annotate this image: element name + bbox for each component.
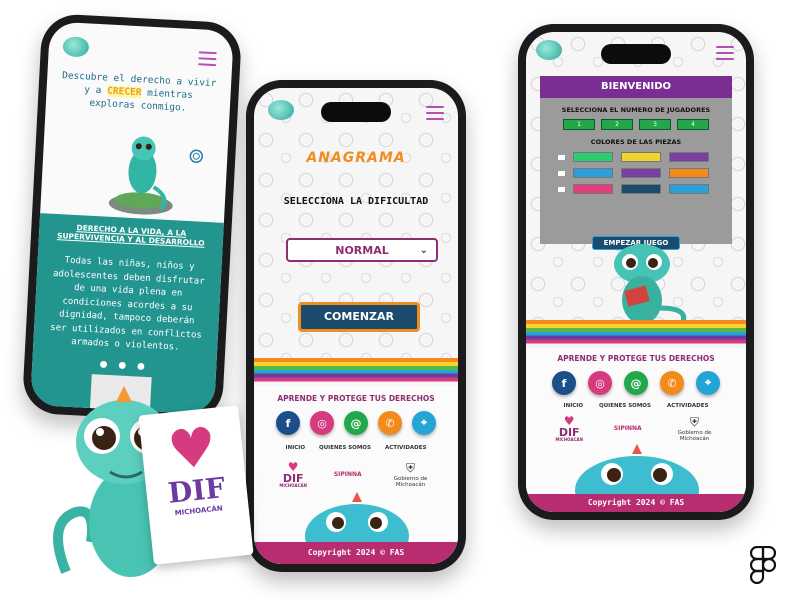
phone-icon[interactable]: ✆	[660, 371, 684, 395]
color-swatch[interactable]	[669, 184, 709, 194]
phone-right: BIENVENIDO SELECCIONA EL NUMERO DE JUGAD…	[518, 24, 754, 520]
instagram-icon[interactable]: ◎	[588, 371, 612, 395]
color-row-checkbox[interactable]	[558, 170, 565, 176]
color-swatch[interactable]	[621, 184, 661, 194]
lizard-peek-illustration	[305, 492, 409, 542]
nav-inicio[interactable]: INICIO	[564, 403, 583, 409]
footer-nav: INICIO QUIENES SOMOS ACTIVIDADES	[254, 445, 458, 451]
difficulty-select[interactable]: NORMAL ⌄	[286, 238, 438, 262]
welcome-header: BIENVENIDO	[540, 76, 732, 98]
logos-row: ♥ DIF MICHOACÁN SIPINNA ⛨ Gobierno de Mi…	[254, 461, 458, 488]
sipinna-logo[interactable]: SIPINNA	[334, 471, 362, 478]
logos-row: ♥ DIF MICHOACÁN SIPINNA ⛨ Gobierno de Mi…	[526, 415, 746, 442]
menu-icon[interactable]	[426, 106, 444, 120]
menu-icon[interactable]	[716, 46, 734, 60]
phone-right-screen: BIENVENIDO SELECCIONA EL NUMERO DE JUGAD…	[526, 32, 746, 512]
protect-section: APRENDE Y PROTEGE TUS DERECHOS f ◎ @ ✆ ⌖…	[254, 386, 458, 564]
copyright-bar: Copyright 2024 © FAS	[526, 494, 746, 512]
chevron-down-icon: ⌄	[419, 244, 428, 256]
color-row-1	[540, 152, 732, 162]
protect-section: APRENDE Y PROTEGE TUS DERECHOS f ◎ @ ✆ ⌖…	[526, 348, 746, 512]
game-setup-panel: BIENVENIDO SELECCIONA EL NUMERO DE JUGAD…	[540, 76, 732, 250]
sipinna-logo[interactable]: SIPINNA	[614, 425, 642, 432]
color-row-3	[540, 184, 732, 194]
protect-title: APRENDE Y PROTEGE TUS DERECHOS	[277, 394, 435, 403]
player-button-3[interactable]: 3	[639, 119, 671, 130]
copyright-bar: Copyright 2024 © FAS	[254, 542, 458, 564]
social-row: f ◎ @ ✆ ⌖	[254, 411, 458, 435]
player-button-1[interactable]: 1	[563, 119, 595, 130]
whatsapp-icon[interactable]: @	[344, 411, 368, 435]
location-icon[interactable]: ⌖	[412, 411, 436, 435]
rainbow-divider	[526, 320, 746, 348]
phone-left: Descubre el derecho a vivir y a CRECER m…	[21, 13, 243, 423]
phone-left-screen: Descubre el derecho a vivir y a CRECER m…	[30, 21, 234, 415]
figma-icon	[750, 546, 776, 584]
start-button[interactable]: COMENZAR	[298, 302, 420, 332]
header-logo-lizard[interactable]	[536, 40, 562, 60]
dif-logo[interactable]: ♥ DIF MICHOACÁN	[555, 415, 583, 442]
lizard-reading-illustration	[614, 244, 687, 326]
location-icon[interactable]: ⌖	[696, 371, 720, 395]
menu-icon[interactable]	[198, 51, 217, 67]
intro-text: Descubre el derecho a vivir y a CRECER m…	[60, 70, 218, 117]
social-row: f ◎ @ ✆ ⌖	[526, 371, 746, 395]
color-grid	[540, 152, 732, 194]
color-swatch[interactable]	[573, 168, 613, 178]
difficulty-value: NORMAL	[335, 243, 389, 257]
seal-icon: ⛨	[406, 461, 416, 475]
gobierno-logo[interactable]: ⛨ Gobierno de Michoacán	[389, 461, 433, 488]
color-row-checkbox[interactable]	[558, 186, 565, 192]
phone-middle-screen: ANAGRAMA SELECCIONA LA DIFICULTAD NORMAL…	[254, 88, 458, 564]
instagram-icon[interactable]: ◎	[310, 411, 334, 435]
lizard-illustration	[108, 136, 173, 215]
phone-notch	[321, 102, 391, 122]
nav-quienes-somos[interactable]: QUIENES SOMOS	[599, 403, 651, 409]
color-swatch[interactable]	[621, 152, 661, 162]
gobierno-logo[interactable]: ⛨ Gobierno de Michoacán	[673, 415, 717, 442]
difficulty-label: SELECCIONA LA DIFICULTAD	[283, 196, 429, 207]
intro-highlight: CRECER	[106, 85, 142, 99]
player-button-2[interactable]: 2	[601, 119, 633, 130]
color-swatch[interactable]	[573, 152, 613, 162]
dif-logo[interactable]: ♥ DIF MICHOACÁN	[279, 461, 307, 488]
game-title: ANAGRAMA	[306, 150, 406, 166]
nav-quienes-somos[interactable]: QUIENES SOMOS	[319, 445, 371, 451]
color-row-checkbox[interactable]	[558, 154, 565, 160]
nav-actividades[interactable]: ACTIVIDADES	[667, 403, 709, 409]
player-button-4[interactable]: 4	[677, 119, 709, 130]
color-swatch[interactable]	[669, 152, 709, 162]
nav-actividades[interactable]: ACTIVIDADES	[385, 445, 427, 451]
whatsapp-icon[interactable]: @	[624, 371, 648, 395]
header-logo-lizard[interactable]	[62, 36, 90, 58]
header-logo-lizard[interactable]	[268, 100, 294, 120]
lizard-peek-illustration	[575, 444, 699, 494]
protect-title: APRENDE Y PROTEGE TUS DERECHOS	[557, 354, 715, 363]
phone-middle: ANAGRAMA SELECCIONA LA DIFICULTAD NORMAL…	[246, 80, 466, 572]
players-label: SELECCIONA EL NUMERO DE JUGADORES	[561, 106, 711, 114]
facebook-icon[interactable]: f	[552, 371, 576, 395]
seal-icon: ⛨	[690, 415, 700, 429]
phone-icon[interactable]: ✆	[378, 411, 402, 435]
right-body: Todas las niñas, niños y adolescentes de…	[50, 255, 205, 353]
color-swatch[interactable]	[621, 168, 661, 178]
sun-doodle	[189, 149, 204, 164]
nav-inicio[interactable]: INICIO	[286, 445, 305, 451]
facebook-icon[interactable]: f	[276, 411, 300, 435]
players-buttons: 1 2 3 4	[540, 119, 732, 130]
phone-notch	[601, 44, 671, 64]
dif-card: ♥ DIF MICHOACÁN	[138, 405, 254, 565]
rainbow-divider	[254, 358, 458, 386]
right-title: DERECHO A LA VIDA, A LA SUPERVIVENCIA Y …	[56, 223, 205, 248]
intro-post: mientras exploras conmigo.	[89, 87, 194, 114]
color-row-2	[540, 168, 732, 178]
colors-label: COLORES DE LAS PIEZAS	[590, 138, 682, 146]
color-swatch[interactable]	[669, 168, 709, 178]
footer-nav: INICIO QUIENES SOMOS ACTIVIDADES	[526, 403, 746, 409]
color-swatch[interactable]	[573, 184, 613, 194]
